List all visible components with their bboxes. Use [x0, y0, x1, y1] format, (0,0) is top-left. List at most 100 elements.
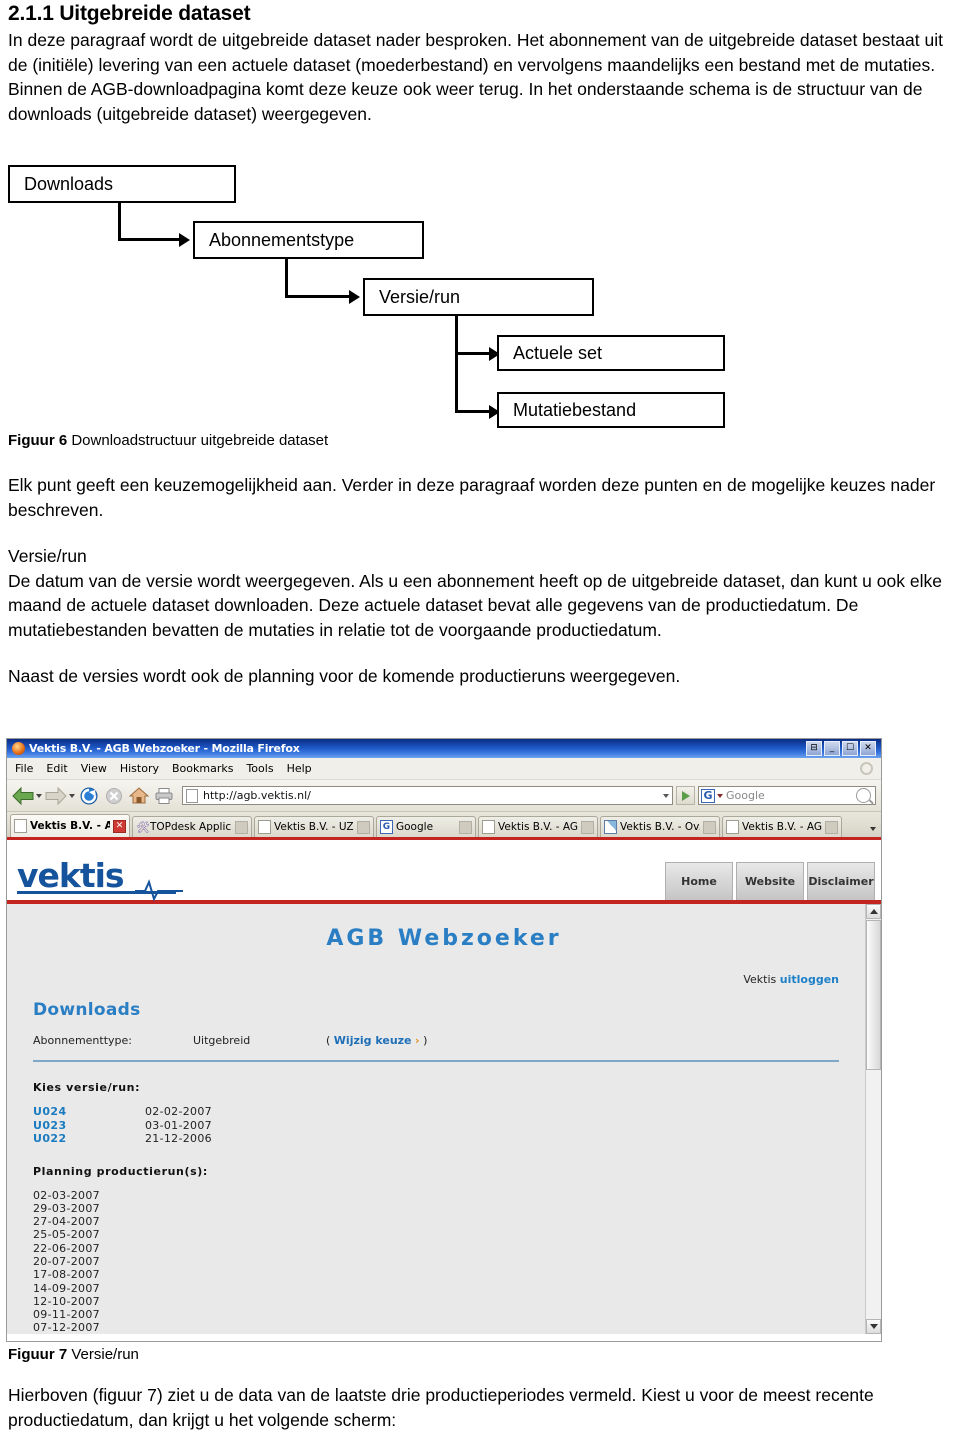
menu-view[interactable]: View: [81, 762, 107, 775]
site-header: vektis Home Website Disclaimer: [7, 840, 881, 904]
page-title: AGB Webzoeker: [326, 926, 562, 951]
planning-date: 17-08-2007: [33, 1268, 100, 1282]
tab-label: Vektis B.V. - A...: [30, 820, 110, 832]
version-code-link[interactable]: U022: [33, 1132, 145, 1146]
nav-disclaimer-button[interactable]: Disclaimer: [807, 862, 875, 900]
nav-home-button[interactable]: Home: [665, 862, 733, 900]
figure7-caption-text: Versie/run: [71, 1346, 139, 1363]
tab-topdesk[interactable]: 🛠 TOPdesk Applic...: [132, 816, 252, 837]
window-title: Vektis B.V. - AGB Webzoeker - Mozilla Fi…: [29, 742, 300, 755]
tab-vektis-agb-active[interactable]: Vektis B.V. - A... ✕: [10, 814, 130, 837]
scrollbar-thumb[interactable]: [866, 920, 881, 1070]
version-row[interactable]: U022 21-12-2006: [33, 1132, 881, 1146]
tab-label: Vektis B.V. - UZ...: [274, 821, 354, 833]
menu-help[interactable]: Help: [287, 762, 312, 775]
scroll-down-button[interactable]: [866, 1319, 881, 1334]
tab-list-caret-icon[interactable]: [870, 827, 876, 831]
tab-close-button[interactable]: [703, 820, 716, 834]
menu-tools[interactable]: Tools: [246, 762, 273, 775]
maximize-window-button[interactable]: ☐: [842, 741, 858, 756]
browser-navigation-toolbar: http://agb.vektis.nl/ G Google: [7, 780, 881, 812]
menu-history[interactable]: History: [120, 762, 159, 775]
wijzig-keuze-link[interactable]: ( Wijzig keuze › ): [326, 1034, 427, 1047]
document-middle-section: Elk punt geeft een keuzemogelijkheid aan…: [8, 473, 952, 689]
version-row[interactable]: U024 02-02-2007: [33, 1105, 881, 1119]
search-input[interactable]: Google: [726, 789, 765, 802]
reload-button[interactable]: [78, 785, 100, 807]
connector-downloads-down: [118, 203, 121, 241]
planning-date-list: 02-03-2007 29-03-2007 27-04-2007 25-05-2…: [33, 1189, 881, 1335]
planning-paragraph: Naast de versies wordt ook de planning v…: [8, 666, 681, 686]
section-title-downloads: Downloads: [33, 1000, 141, 1020]
tab-close-button[interactable]: [825, 820, 838, 834]
page-scrollbar[interactable]: [865, 904, 881, 1334]
forward-button[interactable]: [45, 786, 75, 806]
tab-close-button[interactable]: [581, 820, 594, 834]
minimize-window-button[interactable]: _: [824, 741, 840, 756]
tab-close-button[interactable]: [459, 820, 472, 834]
diagram-box-label: Actuele set: [513, 343, 603, 363]
planning-date: 12-10-2007: [33, 1294, 100, 1308]
close-window-button[interactable]: ✕: [860, 741, 876, 756]
diagram-box-versie-run: Versie/run: [363, 278, 594, 316]
chevron-right-icon: ›: [415, 1034, 420, 1047]
logout-link[interactable]: uitloggen: [780, 973, 839, 986]
go-arrow-icon: [681, 790, 690, 801]
planning-date: 07-12-2007: [33, 1321, 100, 1334]
restore-window-button[interactable]: ⊟: [806, 741, 822, 756]
tab-vektis-ag-2[interactable]: Vektis B.V. - AG...: [722, 816, 842, 837]
forward-dropdown-caret-icon[interactable]: [69, 793, 75, 798]
version-date: 02-02-2007: [145, 1105, 212, 1118]
figure6-caption: Figuur 6 Downloadstructuur uitgebreide d…: [8, 432, 328, 449]
webpage-viewport: vektis Home Website Disclaimer AGB Webzo…: [7, 840, 881, 1334]
menu-file[interactable]: File: [15, 762, 33, 775]
back-button[interactable]: [12, 786, 42, 806]
download-structure-diagram: Downloads Abonnementstype Versie/run Act…: [0, 160, 760, 435]
window-controls[interactable]: ⊟ _ ☐ ✕: [806, 741, 879, 756]
tab-close-button[interactable]: ✕: [113, 819, 126, 833]
reload-icon: [80, 787, 98, 804]
page-content: AGB Webzoeker Vektis uitloggen Downloads…: [7, 904, 881, 1334]
tab-vektis-uz[interactable]: Vektis B.V. - UZ...: [254, 816, 374, 837]
planning-date: 27-04-2007: [33, 1215, 100, 1229]
figure7-caption: Figuur 7 Versie/run: [8, 1346, 139, 1363]
scroll-up-button[interactable]: [866, 904, 881, 919]
pulse-icon: [135, 879, 183, 901]
version-code-link[interactable]: U024: [33, 1105, 145, 1119]
paren-close: ): [423, 1034, 428, 1047]
intro-paragraph: In deze paragraaf wordt de uitgebreide d…: [8, 30, 943, 124]
tab-close-button[interactable]: [357, 820, 370, 834]
tab-google[interactable]: G Google: [376, 816, 476, 837]
diagram-box-downloads: Downloads: [8, 165, 236, 203]
print-button[interactable]: [153, 785, 175, 807]
home-button[interactable]: [128, 785, 150, 807]
figure6-caption-label: Figuur 6: [8, 432, 68, 449]
tab-vektis-ov[interactable]: Vektis B.V. - Ov...: [600, 816, 720, 837]
search-engine-caret-icon[interactable]: [717, 793, 723, 798]
search-bar[interactable]: G Google: [698, 786, 876, 805]
diagram-box-label: Versie/run: [379, 287, 461, 307]
tab-label: Google: [396, 821, 434, 833]
browser-tabbar: Vektis B.V. - A... ✕ 🛠 TOPdesk Applic...…: [7, 812, 881, 840]
diagram-box-label: Abonnementstype: [209, 230, 355, 250]
stop-button[interactable]: [103, 785, 125, 807]
tab-vektis-ag-1[interactable]: Vektis B.V. - AG...: [478, 816, 598, 837]
version-row[interactable]: U023 03-01-2007: [33, 1119, 881, 1133]
browser-menubar[interactable]: File Edit View History Bookmarks Tools H…: [7, 758, 881, 780]
abonnementtype-label: Abonnementtype:: [33, 1034, 132, 1047]
menu-bookmarks[interactable]: Bookmarks: [172, 762, 233, 775]
arrow-right-icon: [45, 786, 67, 805]
search-icon: [856, 788, 871, 803]
tab-close-button[interactable]: [235, 820, 248, 834]
nav-website-button[interactable]: Website: [736, 862, 804, 900]
go-button[interactable]: [676, 786, 695, 805]
planning-date: 09-11-2007: [33, 1308, 100, 1322]
menu-edit[interactable]: Edit: [46, 762, 67, 775]
planning-date: 20-07-2007: [33, 1254, 100, 1268]
address-bar[interactable]: http://agb.vektis.nl/: [182, 786, 673, 805]
version-code-link[interactable]: U023: [33, 1119, 145, 1133]
connector-abonnementstype-right: [285, 295, 351, 298]
vektis-logo[interactable]: vektis: [17, 858, 183, 901]
address-dropdown-caret-icon[interactable]: [663, 793, 669, 798]
back-dropdown-caret-icon[interactable]: [36, 793, 42, 798]
